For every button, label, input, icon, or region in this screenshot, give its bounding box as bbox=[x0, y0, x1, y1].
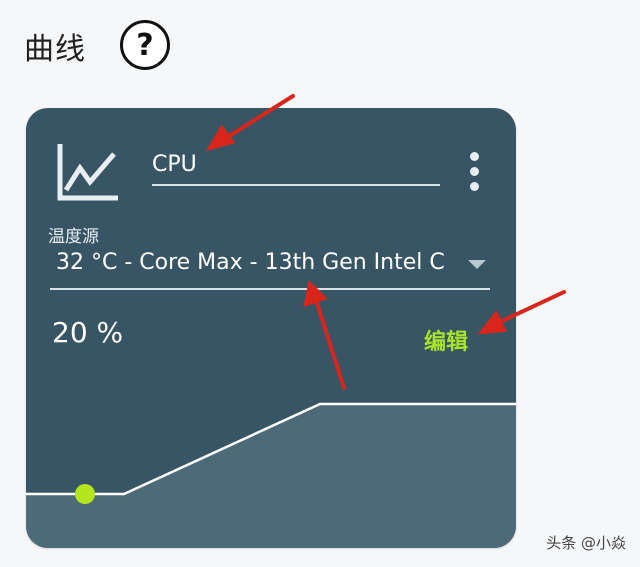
curve-name-input[interactable] bbox=[152, 144, 440, 186]
dropdown-caret-icon bbox=[468, 260, 486, 269]
temperature-source-select[interactable]: 32 °C - Core Max - 13th Gen Intel C bbox=[50, 246, 490, 290]
temperature-source-label: 温度源 bbox=[48, 227, 99, 247]
help-button[interactable]: ? bbox=[120, 20, 170, 70]
chart-line-icon bbox=[57, 144, 118, 201]
temperature-source-value: 32 °C - Core Max - 13th Gen Intel C bbox=[56, 250, 445, 275]
section-header: 曲线 bbox=[24, 18, 86, 74]
help-icon: ? bbox=[136, 27, 154, 63]
watermark: 头条 @小焱 bbox=[546, 534, 626, 552]
fan-curve-card: 温度源 32 °C - Core Max - 13th Gen Intel C … bbox=[26, 108, 516, 548]
more-vert-icon[interactable] bbox=[464, 152, 486, 192]
fan-speed-value: 20 % bbox=[52, 316, 124, 349]
curve-preview bbox=[26, 402, 516, 548]
edit-button[interactable]: 编辑 bbox=[424, 324, 468, 356]
section-title: 曲线 bbox=[24, 32, 86, 67]
curve-current-point bbox=[75, 484, 95, 504]
